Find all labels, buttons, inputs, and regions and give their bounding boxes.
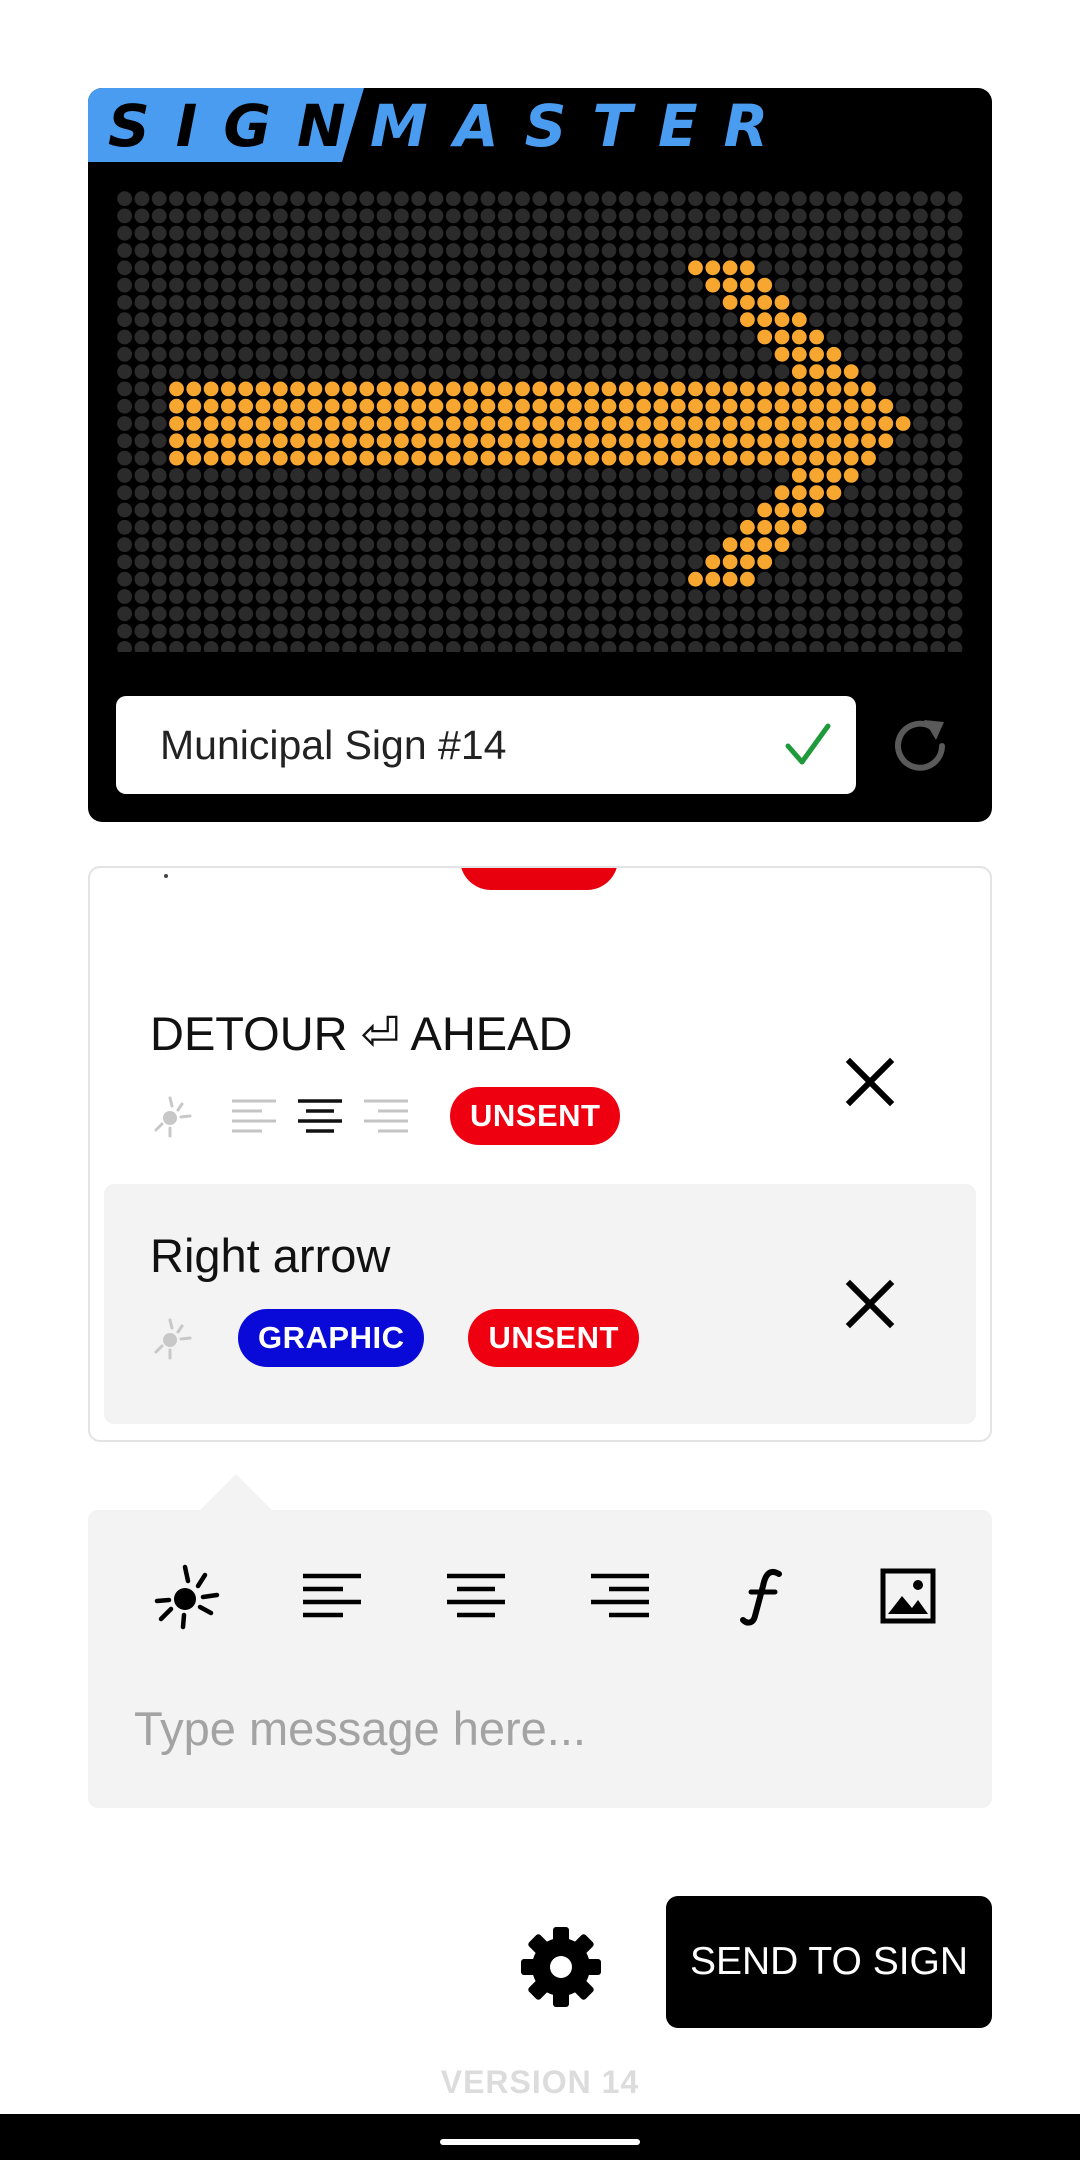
message-controls: GRAPHIC UNSENT [148, 1308, 639, 1368]
align-left-icon[interactable] [292, 1556, 372, 1636]
gear-icon[interactable] [518, 1924, 604, 2010]
send-to-sign-button[interactable]: SEND TO SIGN [666, 1896, 992, 2028]
list-item[interactable]: DETOUR ⏎ AHEAD UNSENT [104, 962, 976, 1202]
app-logo: SIGN MASTER [88, 88, 788, 162]
message-input[interactable] [134, 1688, 934, 1768]
system-nav-bar [0, 2114, 1080, 2160]
brightness-icon[interactable] [148, 1314, 196, 1362]
message-title: DETOUR ⏎ AHEAD [150, 1007, 573, 1060]
align-center-icon[interactable] [436, 1556, 516, 1636]
align-right-icon[interactable] [580, 1556, 660, 1636]
align-center-icon[interactable] [296, 1092, 344, 1140]
composer-caret [200, 1474, 272, 1510]
sign-name-value: Municipal Sign #14 [160, 722, 507, 768]
composer-toolbar [148, 1556, 948, 1636]
partial-text [164, 874, 168, 878]
svg-text:MASTER: MASTER [370, 92, 788, 160]
font-icon[interactable] [724, 1556, 804, 1636]
svg-text:SIGN: SIGN [108, 92, 372, 160]
sign-panel: SIGN MASTER Municipal Sign #14 [88, 88, 992, 822]
list-item[interactable] [90, 868, 990, 908]
led-preview [116, 190, 964, 652]
brightness-icon[interactable] [148, 1556, 228, 1636]
message-title: Right arrow [150, 1229, 391, 1282]
image-icon[interactable] [868, 1556, 948, 1636]
status-badge: UNSENT [468, 1309, 639, 1367]
status-badge: UNSENT [450, 1087, 621, 1145]
refresh-icon[interactable] [888, 714, 952, 778]
align-right-icon[interactable] [362, 1092, 410, 1140]
align-left-icon[interactable] [230, 1092, 278, 1140]
list-item[interactable]: Right arrow GRAPHIC UNSENT [104, 1184, 976, 1424]
check-icon [785, 723, 831, 765]
brightness-icon[interactable] [148, 1092, 196, 1140]
sign-name-field[interactable]: Municipal Sign #14 [116, 696, 856, 794]
home-indicator[interactable] [440, 2139, 640, 2145]
version-label: VERSION 14 [440, 2064, 640, 2100]
message-composer [88, 1510, 992, 1808]
close-icon[interactable] [842, 1276, 898, 1332]
status-badge [460, 868, 618, 890]
graphic-badge: GRAPHIC [238, 1309, 425, 1367]
message-controls: UNSENT [148, 1086, 621, 1146]
message-queue[interactable]: DETOUR ⏎ AHEAD UNSENT Right arrow GRAPHI… [88, 866, 992, 1442]
close-icon[interactable] [842, 1054, 898, 1110]
